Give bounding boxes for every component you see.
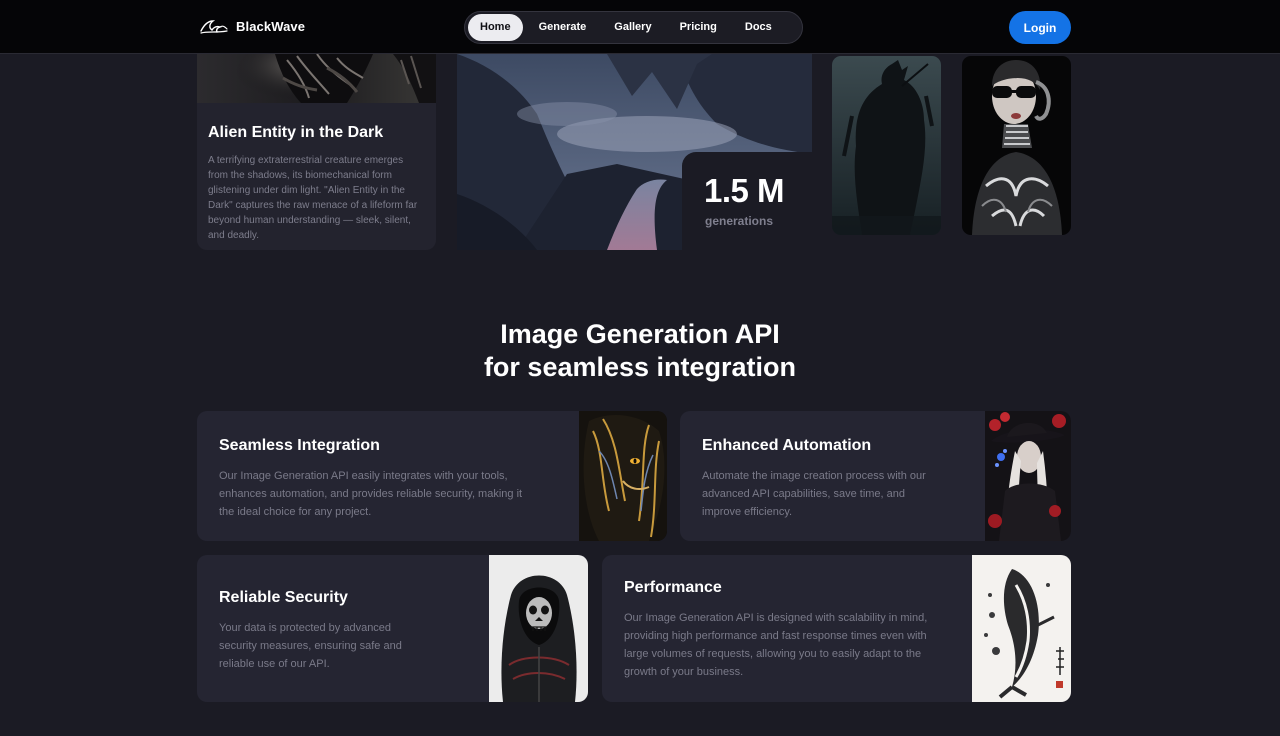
samurai-image[interactable] bbox=[832, 56, 941, 235]
top-navigation-bar: BlackWave Home Generate Gallery Pricing … bbox=[0, 0, 1280, 54]
nav-link-generate[interactable]: Generate bbox=[527, 14, 599, 41]
hooded-skull-image bbox=[489, 555, 588, 702]
alien-entity-image[interactable] bbox=[197, 54, 436, 103]
generations-stat: 1.5 M generations bbox=[682, 152, 812, 250]
login-button[interactable]: Login bbox=[1009, 11, 1071, 44]
featured-image-card[interactable]: Alien Entity in the Dark A terrifying ex… bbox=[197, 54, 436, 250]
generations-label: generations bbox=[705, 214, 774, 228]
wave-logo-icon bbox=[200, 20, 228, 34]
api-section-title-line1: Image Generation API bbox=[500, 319, 780, 349]
api-section-title: Image Generation API for seamless integr… bbox=[0, 318, 1280, 384]
feature-title: Seamless Integration bbox=[219, 437, 380, 454]
nav-link-home[interactable]: Home bbox=[468, 14, 523, 41]
nav-link-docs[interactable]: Docs bbox=[733, 14, 784, 41]
feature-description: Automate the image creation process with… bbox=[702, 470, 926, 518]
feature-title: Performance bbox=[624, 579, 722, 596]
feature-description: Our Image Generation API easily integrat… bbox=[219, 470, 523, 518]
feature-title: Reliable Security bbox=[219, 589, 348, 606]
nav-link-gallery[interactable]: Gallery bbox=[602, 14, 663, 41]
api-section-title-line2: for seamless integration bbox=[483, 352, 797, 382]
nav-links: Home Generate Gallery Pricing Docs bbox=[464, 11, 803, 44]
ink-whale-image bbox=[972, 555, 1071, 702]
lion-image bbox=[579, 411, 667, 541]
featured-image-description: A terrifying extraterrestrial creature e… bbox=[208, 155, 418, 241]
generations-count: 1.5 M bbox=[704, 172, 785, 209]
cyber-woman-image[interactable] bbox=[962, 56, 1071, 235]
feature-description: Your data is protected by advanced secur… bbox=[219, 622, 402, 670]
brand-name: BlackWave bbox=[236, 18, 306, 34]
feature-title: Enhanced Automation bbox=[702, 437, 872, 454]
feature-card-enhanced-automation: Enhanced Automation Automate the image c… bbox=[680, 411, 1071, 541]
feature-card-seamless-integration: Seamless Integration Our Image Generatio… bbox=[197, 411, 667, 541]
feature-description: Our Image Generation API is designed wit… bbox=[624, 612, 928, 678]
brand[interactable]: BlackWave bbox=[200, 16, 305, 36]
featured-image-title: Alien Entity in the Dark bbox=[208, 124, 384, 141]
nav-link-pricing[interactable]: Pricing bbox=[668, 14, 729, 41]
feature-card-reliable-security: Reliable Security Your data is protected… bbox=[197, 555, 588, 702]
woman-in-red-hat-image bbox=[985, 411, 1071, 541]
feature-card-performance: Performance Our Image Generation API is … bbox=[602, 555, 1071, 702]
